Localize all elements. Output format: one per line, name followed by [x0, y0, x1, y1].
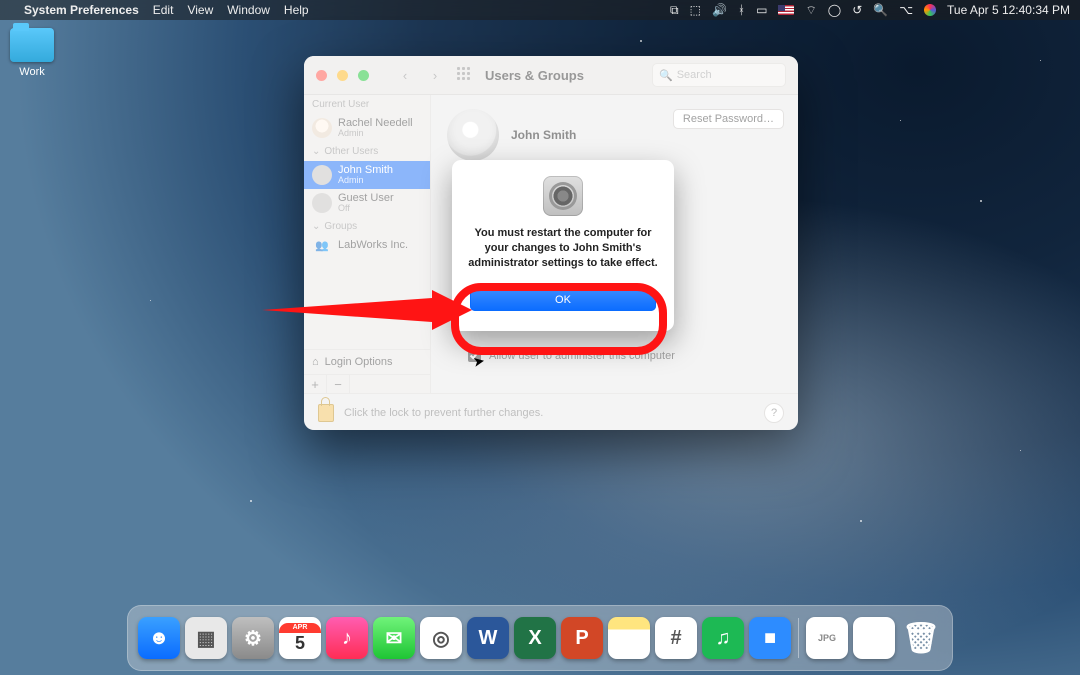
dock-trash[interactable]: 🗑: [900, 617, 942, 659]
dock: ☻▦⚙APR5♪✉◎WXP #♫■ JPG 🗑: [127, 605, 953, 671]
avatar-icon: [312, 118, 332, 138]
window-minimize-button[interactable]: [337, 70, 348, 81]
package-icon[interactable]: ⬚: [690, 3, 701, 17]
user-avatar[interactable]: [447, 109, 499, 161]
input-source-flag-icon[interactable]: [778, 5, 794, 15]
dialog-message: You must restart the computer for your c…: [466, 226, 660, 271]
home-icon: ⌂: [312, 356, 319, 368]
menu-help[interactable]: Help: [284, 3, 309, 17]
sidebar-header-other-users[interactable]: ⌄Other Users: [304, 142, 430, 161]
users-sidebar: Current User Rachel Needell Admin ⌄Other…: [304, 95, 431, 393]
login-options-row[interactable]: ⌂ Login Options: [304, 349, 430, 374]
battery-icon[interactable]: ▭: [756, 3, 767, 17]
reset-password-button[interactable]: Reset Password…: [673, 109, 784, 129]
volume-icon[interactable]: 🔊: [712, 3, 727, 17]
restart-required-dialog: You must restart the computer for your c…: [452, 160, 674, 331]
menubar-clock[interactable]: Tue Apr 5 12:40:34 PM: [947, 3, 1070, 17]
cursor-icon: ➤: [472, 352, 487, 371]
dock-app-chrome[interactable]: ◎: [420, 617, 462, 659]
add-user-button[interactable]: +: [304, 375, 327, 393]
window-close-button[interactable]: [316, 70, 327, 81]
user-name-label: John Smith: [511, 128, 576, 142]
dock-doc-doc-jpg[interactable]: JPG: [806, 617, 848, 659]
dock-app-notes[interactable]: [608, 617, 650, 659]
sidebar-user-role: Admin: [338, 176, 393, 186]
search-field[interactable]: 🔍 Search: [652, 63, 786, 87]
sidebar-current-user[interactable]: Rachel Needell Admin: [304, 114, 430, 142]
sidebar-user-john-smith[interactable]: John Smith Admin: [304, 161, 430, 189]
dock-app-messages[interactable]: ✉: [373, 617, 415, 659]
dock-app-finder[interactable]: ☻: [138, 617, 180, 659]
desktop: System Preferences Edit View Window Help…: [0, 0, 1080, 675]
menu-edit[interactable]: Edit: [153, 3, 174, 17]
show-all-button[interactable]: [455, 65, 475, 85]
sidebar-group-labworks[interactable]: 👥 LabWorks Inc.: [304, 236, 430, 255]
avatar-icon: [312, 193, 332, 213]
login-options-label: Login Options: [325, 356, 393, 368]
wifi-icon[interactable]: ⌔: [805, 3, 816, 18]
admin-checkbox-label: Allow user to administer this computer: [489, 350, 675, 362]
avatar-icon: [312, 165, 332, 185]
user-fastswitch-icon[interactable]: ◯: [828, 3, 841, 17]
window-footer: Click the lock to prevent further change…: [304, 393, 798, 430]
lock-hint-text: Click the lock to prevent further change…: [344, 407, 543, 419]
menu-view[interactable]: View: [187, 3, 213, 17]
group-icon: 👥: [312, 239, 332, 252]
window-titlebar: ‹ › Users & Groups 🔍 Search: [304, 56, 798, 95]
chevron-down-icon: ⌄: [312, 221, 320, 232]
desktop-folder-label: Work: [10, 66, 54, 78]
remove-user-button[interactable]: −: [327, 375, 350, 393]
sidebar-header-groups[interactable]: ⌄Groups: [304, 217, 430, 236]
help-button[interactable]: ?: [764, 403, 784, 423]
sidebar-user-role: Admin: [338, 129, 413, 139]
forward-button[interactable]: ›: [425, 65, 445, 85]
bluetooth-icon[interactable]: ᚼ: [738, 3, 745, 17]
time-machine-icon[interactable]: ↺: [852, 3, 862, 17]
window-title: Users & Groups: [485, 68, 584, 83]
dock-app-spotify[interactable]: ♫: [702, 617, 744, 659]
ok-button[interactable]: OK: [470, 289, 656, 311]
siri-icon[interactable]: [924, 4, 936, 16]
control-center-icon[interactable]: ⌥: [899, 3, 913, 17]
dock-app-powerpoint[interactable]: P: [561, 617, 603, 659]
system-preferences-icon: [543, 176, 583, 216]
lock-icon[interactable]: [318, 404, 334, 422]
spotlight-icon[interactable]: 🔍: [873, 3, 888, 17]
dock-app-music[interactable]: ♪: [326, 617, 368, 659]
desktop-folder-work[interactable]: Work: [10, 28, 54, 78]
sidebar-header-current-user: Current User: [304, 95, 430, 114]
dock-app-calendar[interactable]: APR5: [279, 617, 321, 659]
dock-app-excel[interactable]: X: [514, 617, 556, 659]
search-placeholder: Search: [677, 69, 712, 81]
chevron-down-icon: ⌄: [312, 146, 320, 157]
search-icon: 🔍: [659, 69, 673, 82]
sidebar-user-role: Off: [338, 204, 394, 214]
sidebar-user-guest[interactable]: Guest User Off: [304, 189, 430, 217]
menubar-app-name[interactable]: System Preferences: [24, 3, 139, 17]
dock-separator: [798, 618, 799, 658]
sidebar-group-name: LabWorks Inc.: [338, 239, 408, 251]
dock-doc-doc2[interactable]: [853, 617, 895, 659]
window-zoom-button[interactable]: [358, 70, 369, 81]
dock-app-system-preferences[interactable]: ⚙: [232, 617, 274, 659]
dock-app-slack[interactable]: #: [655, 617, 697, 659]
back-button[interactable]: ‹: [395, 65, 415, 85]
dropbox-icon[interactable]: ⧉: [670, 3, 679, 18]
admin-checkbox-row[interactable]: Allow user to administer this computer: [464, 346, 675, 365]
folder-icon: [10, 28, 54, 62]
menubar: System Preferences Edit View Window Help…: [0, 0, 1080, 20]
dock-app-zoom[interactable]: ■: [749, 617, 791, 659]
dock-app-launchpad[interactable]: ▦: [185, 617, 227, 659]
dock-app-word[interactable]: W: [467, 617, 509, 659]
menu-window[interactable]: Window: [227, 3, 270, 17]
